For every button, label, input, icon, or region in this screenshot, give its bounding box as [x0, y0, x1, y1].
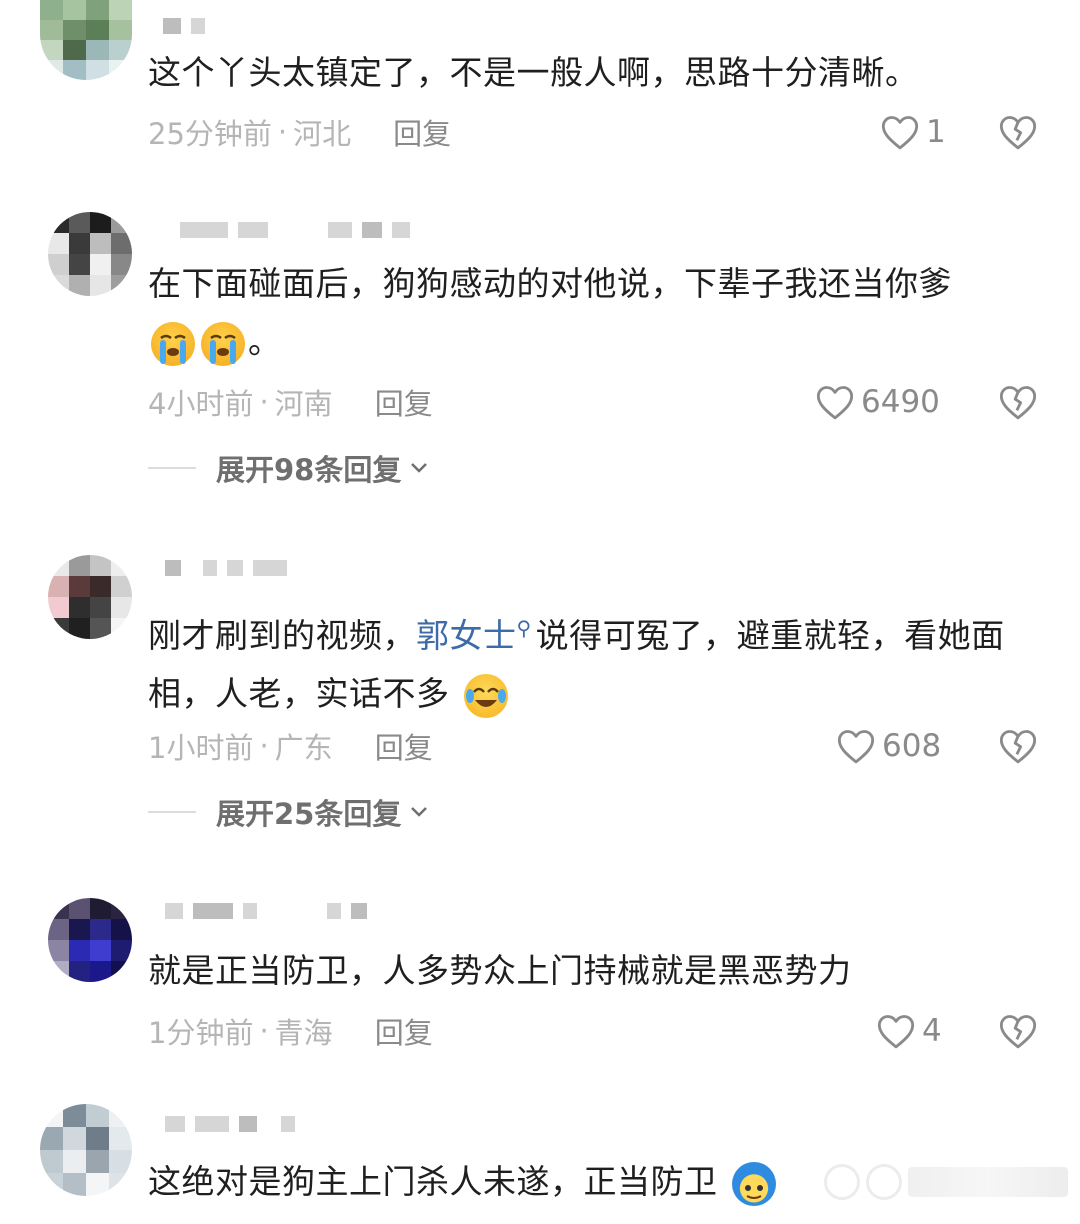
comment-text-main: 这绝对是狗主上门杀人未遂，正当防卫	[148, 1162, 718, 1201]
heart-outline-icon	[837, 730, 875, 764]
tears-of-joy-icon	[463, 673, 508, 718]
comment-text: 就是正当防卫，人多势众上门持械就是黑恶势力	[148, 951, 852, 990]
like-count: 6490	[861, 384, 940, 420]
username[interactable]	[165, 1112, 295, 1136]
meta-separator: ·	[277, 115, 288, 149]
expand-replies-label: 展开98条回复	[216, 453, 402, 487]
username[interactable]	[165, 556, 287, 580]
comment-meta: 1分钟前 · 青海 回复	[148, 1011, 433, 1051]
watermark-text	[908, 1167, 1068, 1197]
like-count: 608	[882, 728, 942, 764]
reply-button[interactable]: 回复	[375, 725, 433, 767]
comment-meta: 1小时前 · 广东 回复	[148, 726, 433, 766]
loudly-crying-face-icon	[201, 321, 245, 366]
watermark	[824, 1164, 1068, 1200]
location: 青海	[274, 1016, 333, 1050]
loudly-crying-face-icon	[151, 321, 195, 366]
heart-outline-icon	[881, 116, 919, 150]
username[interactable]	[165, 899, 367, 923]
comment-meta: 4小时前 · 河南 回复	[148, 382, 433, 422]
comment-text: 刚才刷到的视频，郭女士⚲ 说得可冤了，避重就轻，看她面相，人老，实话不多	[148, 599, 1040, 723]
search-icon[interactable]: ⚲	[517, 616, 532, 640]
timestamp: 25分钟前	[148, 117, 272, 151]
reply-button[interactable]: 回复	[393, 111, 451, 153]
divider	[148, 467, 196, 469]
like-count: 4	[922, 1013, 942, 1049]
avatar[interactable]	[40, 1104, 132, 1196]
expand-replies-button[interactable]: 展开98条回复	[148, 448, 429, 488]
location: 河南	[274, 387, 333, 421]
face-emoji-icon	[731, 1161, 776, 1206]
watermark-logo	[866, 1164, 902, 1200]
like-button[interactable]: 1	[880, 112, 946, 152]
chevron-down-icon	[411, 463, 428, 473]
reply-button[interactable]: 回复	[375, 1010, 433, 1052]
comment-text-end: 。	[248, 322, 282, 361]
like-button[interactable]: 608	[836, 726, 941, 766]
comment-meta: 25分钟前 · 河北 回复	[148, 112, 451, 152]
broken-heart-icon[interactable]	[998, 726, 1038, 766]
mention-link[interactable]: 郭女士	[416, 616, 517, 655]
divider	[148, 811, 196, 813]
broken-heart-icon[interactable]	[998, 382, 1038, 422]
like-count: 1	[926, 114, 946, 150]
like-button[interactable]: 6490	[815, 382, 940, 422]
heart-outline-icon	[816, 386, 854, 420]
chevron-down-icon	[411, 807, 428, 817]
timestamp: 1小时前	[148, 731, 254, 765]
timestamp: 4小时前	[148, 387, 254, 421]
location: 广东	[274, 731, 333, 765]
expand-replies-label: 展开25条回复	[216, 797, 402, 831]
comment-text: 在下面碰面后，狗狗感动的对他说，下辈子我还当你爹 。	[148, 255, 1040, 371]
heart-outline-icon	[877, 1015, 915, 1049]
avatar[interactable]	[40, 0, 132, 80]
meta-separator: ·	[259, 1014, 269, 1048]
meta-separator: ·	[259, 729, 269, 763]
timestamp: 1分钟前	[148, 1016, 254, 1050]
comment-text: 这个丫头太镇定了，不是一般人啊，思路十分清晰。	[148, 53, 919, 92]
meta-separator: ·	[259, 385, 269, 419]
username[interactable]	[180, 218, 410, 242]
broken-heart-icon[interactable]	[998, 1011, 1038, 1051]
avatar[interactable]	[48, 898, 132, 982]
broken-heart-icon[interactable]	[998, 112, 1038, 152]
username[interactable]	[163, 14, 205, 38]
expand-replies-button[interactable]: 展开25条回复	[148, 792, 429, 832]
comment-text-main: 在下面碰面后，狗狗感动的对他说，下辈子我还当你爹	[148, 264, 952, 303]
avatar[interactable]	[48, 212, 132, 296]
location: 河北	[293, 117, 352, 151]
watermark-logo	[824, 1164, 860, 1200]
like-button[interactable]: 4	[876, 1011, 942, 1051]
reply-button[interactable]: 回复	[375, 381, 433, 423]
comment-text-main: 刚才刷到的视频，	[148, 616, 416, 655]
avatar[interactable]	[48, 555, 132, 639]
